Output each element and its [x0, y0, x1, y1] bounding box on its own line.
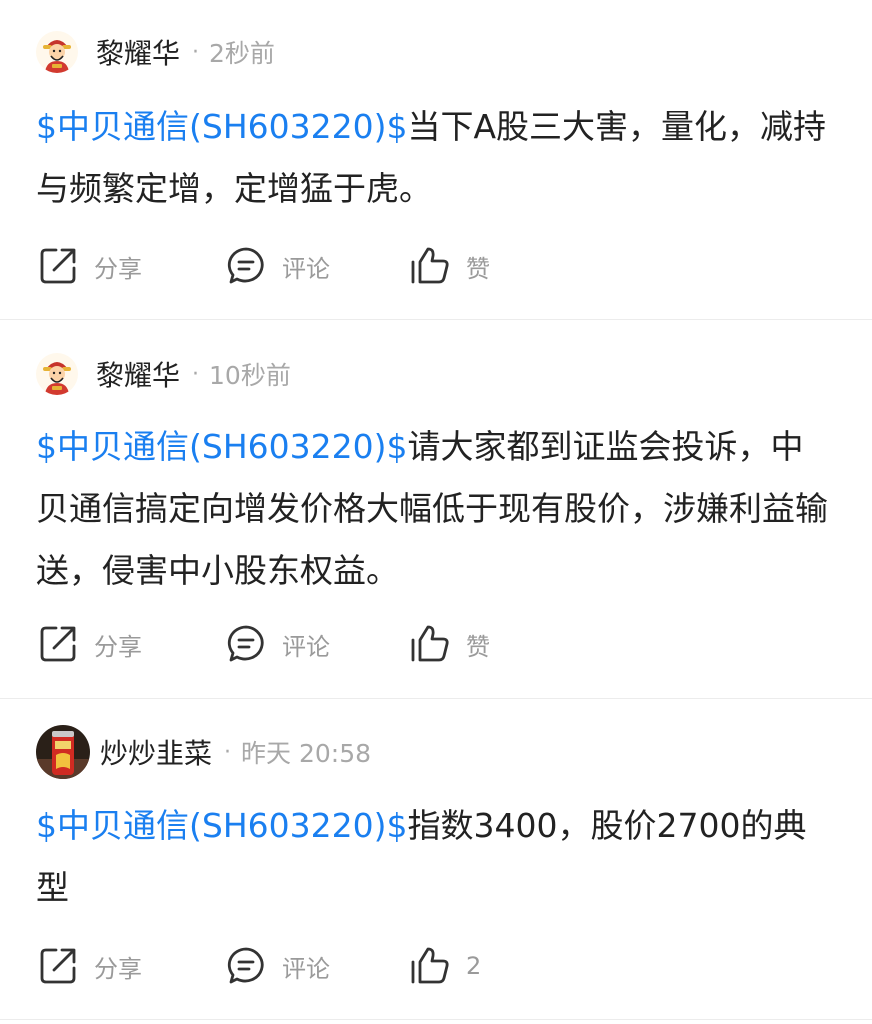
- thumbs-up-icon: [411, 247, 449, 284]
- comment-button[interactable]: 评论: [226, 624, 410, 664]
- separator-dot: ·: [224, 739, 232, 765]
- caishen-avatar-icon: [36, 353, 78, 395]
- post-actions: 分享 评论 赞: [38, 619, 490, 669]
- separator-dot: ·: [192, 39, 200, 65]
- comment-button[interactable]: 评论: [226, 246, 410, 286]
- author-name[interactable]: 黎耀华: [96, 354, 180, 394]
- share-button[interactable]: 分享: [38, 624, 226, 664]
- stock-link[interactable]: $中贝通信(SH603220)$: [36, 107, 407, 146]
- post-header: 黎耀华 · 10秒前: [36, 349, 291, 399]
- stock-link[interactable]: $中贝通信(SH603220)$: [36, 427, 407, 466]
- comment-button[interactable]: 评论: [226, 946, 410, 986]
- share-icon: [40, 948, 76, 984]
- share-button[interactable]: 分享: [38, 946, 226, 986]
- author-name[interactable]: 黎耀华: [96, 32, 180, 72]
- share-label: 分享: [94, 954, 142, 983]
- feed-post: 黎耀华 · 2秒前 $中贝通信(SH603220)$当下A股三大害，量化，减持与…: [0, 0, 872, 320]
- share-icon: [40, 248, 76, 284]
- separator-dot: ·: [192, 361, 200, 387]
- avatar[interactable]: [36, 725, 90, 779]
- thumbs-up-icon: [411, 625, 449, 662]
- like-label: 赞: [466, 254, 490, 283]
- feed-post: 黎耀华 · 10秒前 $中贝通信(SH603220)$请大家都到证监会投诉，中贝…: [0, 320, 872, 699]
- feed-post: 炒炒韭菜 · 昨天 20:58 $中贝通信(SH603220)$指数3400，股…: [0, 699, 872, 1020]
- red-can-avatar-icon: [36, 725, 90, 779]
- comment-label: 评论: [282, 632, 330, 661]
- post-content[interactable]: $中贝通信(SH603220)$指数3400，股价2700的典型: [36, 795, 836, 919]
- like-button[interactable]: 2: [410, 946, 481, 986]
- avatar[interactable]: [36, 353, 78, 395]
- post-header: 黎耀华 · 2秒前: [36, 27, 275, 77]
- like-label: 赞: [466, 632, 490, 661]
- comment-icon: [227, 247, 264, 284]
- share-label: 分享: [94, 632, 142, 661]
- thumbs-up-icon: [411, 947, 449, 984]
- author-name[interactable]: 炒炒韭菜: [100, 732, 212, 772]
- share-icon: [40, 626, 76, 662]
- avatar[interactable]: [36, 31, 78, 73]
- like-count: 2: [466, 952, 482, 980]
- caishen-avatar-icon: [36, 31, 78, 73]
- post-actions: 分享 评论 2: [38, 941, 481, 991]
- comment-icon: [227, 947, 264, 984]
- post-header: 炒炒韭菜 · 昨天 20:58: [36, 725, 372, 779]
- like-button[interactable]: 赞: [410, 624, 490, 664]
- comment-label: 评论: [282, 954, 330, 983]
- post-content[interactable]: $中贝通信(SH603220)$当下A股三大害，量化，减持与频繁定增，定增猛于虎…: [36, 96, 836, 220]
- post-time: 10秒前: [209, 361, 291, 390]
- post-content[interactable]: $中贝通信(SH603220)$请大家都到证监会投诉，中贝通信搞定向增发价格大幅…: [36, 416, 836, 602]
- like-button[interactable]: 赞: [410, 246, 490, 286]
- post-actions: 分享 评论 赞: [38, 241, 490, 291]
- stock-link[interactable]: $中贝通信(SH603220)$: [36, 806, 407, 845]
- share-label: 分享: [94, 254, 142, 283]
- post-time: 昨天 20:58: [241, 739, 372, 768]
- comment-label: 评论: [282, 254, 330, 283]
- share-button[interactable]: 分享: [38, 246, 226, 286]
- post-time: 2秒前: [209, 39, 275, 68]
- comment-icon: [227, 625, 264, 662]
